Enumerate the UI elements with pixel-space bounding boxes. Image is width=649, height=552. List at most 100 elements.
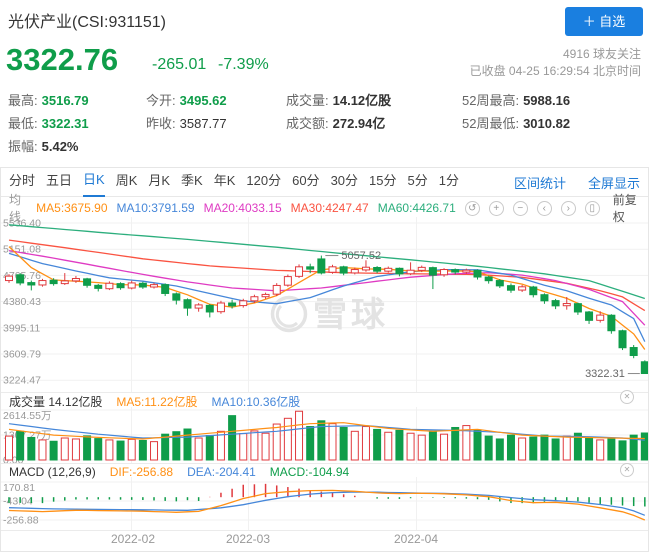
chart-panel: 分时五日日K周K月K季K年K120分60分30分15分5分1分区间统计全屏显示 … (0, 167, 649, 552)
macd-axis-labels: 170.81 -43.04 -256.88 (3, 482, 39, 527)
stat-high: 最高: 3516.79 (8, 90, 146, 113)
market-status: 已收盘 04-25 16:29:54 北京时间 (470, 63, 641, 80)
svg-text:-43.04: -43.04 (3, 496, 33, 508)
tab-m1[interactable]: 1分 (439, 168, 459, 196)
volume-chart[interactable]: 2614.55万1307.27万0.00 (1, 407, 648, 463)
quote-stats: 最高: 3516.79 今开: 3495.62 成交量:14.12亿股52周最高: 598… (8, 90, 645, 159)
x-axis-label: 2022-04 (394, 532, 438, 546)
stat-value: 3010.82 (523, 116, 570, 131)
chart-toolbar: ↺ +−‹ › ▯ (465, 201, 600, 216)
stat-value: 3495.62 (180, 93, 227, 108)
volume-ma5-line (9, 423, 645, 439)
stat-value: 5.42% (42, 139, 79, 154)
macd-close-button[interactable]: ✕ (620, 463, 634, 477)
close-icon: ✕ (624, 465, 631, 474)
screenshot-icon[interactable]: ▯ (585, 201, 600, 216)
svg-text:3322.31: 3322.31 (585, 368, 625, 380)
volume-pane-header: 成交量 14.12亿股MA5:11.22亿股MA10:10.36亿股 (9, 394, 300, 408)
stat-prev-close: 昨收: 3587.77 (146, 113, 286, 136)
stat-volume: 成交量:14.12亿股 (286, 90, 462, 113)
zoom-in-icon[interactable]: + (489, 201, 504, 216)
svg-text:3609.79: 3609.79 (3, 349, 41, 361)
tab-niank[interactable]: 年K (214, 168, 236, 196)
pan-right-icon[interactable]: › (561, 201, 576, 216)
stat-label: 最低: (8, 116, 38, 131)
undo-icon[interactable]: ↺ (465, 201, 480, 216)
stat-low52w: 52周最低: 3010.82 (462, 113, 645, 136)
svg-text:5536.40: 5536.40 (3, 218, 41, 230)
stat-label: 今开: (146, 93, 176, 108)
stat-value: 3587.77 (180, 116, 227, 131)
svg-text:5151.08: 5151.08 (3, 244, 41, 256)
price-change-percent: -7.39% (218, 56, 269, 74)
zoom-out-icon[interactable]: − (513, 201, 528, 216)
quote-meta: 4916 球友关注 已收盘 04-25 16:29:54 北京时间 (470, 46, 641, 80)
main-price-chart[interactable]: 雪球5536.405151.084765.764380.433995.11360… (1, 217, 648, 392)
followers-count: 4916 球友关注 (470, 46, 641, 63)
price-axis-labels: 5536.405151.084765.764380.433995.113609.… (3, 218, 41, 387)
close-icon: ✕ (624, 392, 631, 401)
stat-open: 今开: 3495.62 (146, 90, 286, 113)
stat-high52w: 52周最高: 5988.16 (462, 90, 645, 113)
price-annotation: 3322.31 (585, 368, 640, 380)
pane-divider (1, 463, 648, 464)
ma-values: MA5:3675.90 MA10:3791.59 MA20:4033.15 MA30:… (36, 201, 456, 215)
tab-m60[interactable]: 60分 (292, 168, 319, 196)
stat-label: 振幅: (8, 139, 38, 154)
stat-label: 昨收: (146, 116, 176, 131)
tab-yuek[interactable]: 月K (148, 168, 170, 196)
range-stats-link[interactable]: 区间统计 (514, 173, 566, 192)
stat-label: 最高: (8, 93, 38, 108)
ma20-legend-value: MA20:4033.15 (204, 201, 282, 215)
ma10-legend-value: MA10:3791.59 (117, 201, 195, 215)
tab-zhouk[interactable]: 周K (116, 168, 138, 196)
ma30-legend-value: MA30:4247.47 (291, 201, 369, 215)
page-title: 光伏产业(CSI:931151) (8, 8, 166, 32)
dif-line (9, 490, 645, 520)
stat-label: 成交额: (286, 116, 329, 131)
volume-close-button[interactable]: ✕ (620, 390, 634, 404)
stat-value: 272.94亿 (333, 116, 386, 131)
stat-low: 最低: 3322.31 (8, 113, 146, 136)
fullscreen-link[interactable]: 全屏显示 (588, 173, 640, 192)
svg-text:5057.52: 5057.52 (341, 250, 381, 262)
pane-divider (1, 530, 648, 531)
price-annotation: 5057.52 (325, 250, 381, 262)
tab-wuri[interactable]: 五日 (46, 168, 72, 196)
x-axis-label: 2022-02 (111, 532, 155, 546)
ma-legend-row: 均线 MA5:3675.90MA10:3791.59MA20:4033.15MA… (1, 199, 648, 217)
svg-text:雪球: 雪球 (313, 296, 389, 334)
tab-jik[interactable]: 季K (181, 168, 203, 196)
stat-value: 3322.31 (42, 116, 89, 131)
x-axis: 2022-02 2022-03 2022-04 (1, 532, 648, 548)
pan-left-icon[interactable]: ‹ (537, 201, 552, 216)
x-axis-label: 2022-03 (226, 532, 270, 546)
svg-text:-256.88: -256.88 (3, 515, 39, 527)
period-tabs: 分时五日日K周K月K季K年K120分60分30分15分5分1分区间统计全屏显示 (1, 168, 648, 197)
svg-text:3224.47: 3224.47 (3, 375, 41, 387)
price-change: -265.01 (152, 56, 206, 74)
tab-m5[interactable]: 5分 (408, 168, 428, 196)
stat-label: 52周最低: (462, 116, 519, 131)
follow-button[interactable]: ＋ 自选 (565, 7, 643, 36)
dea-line (9, 492, 645, 515)
stat-label: 52周最高: (462, 93, 519, 108)
macd-histogram (9, 484, 645, 507)
stat-turnover: 成交额: 272.94亿 (286, 113, 462, 136)
svg-text:2614.55万: 2614.55万 (3, 410, 51, 422)
stat-label: 成交量: (286, 93, 329, 108)
tab-rik[interactable]: 日K (83, 167, 105, 197)
ma5-legend-value: MA5:3675.90 (36, 201, 107, 215)
svg-text:4380.43: 4380.43 (3, 296, 41, 308)
stat-value: 5988.16 (523, 93, 570, 108)
macd-chart[interactable]: 170.81 -43.04 -256.88 (1, 477, 648, 530)
svg-text:3995.11: 3995.11 (3, 322, 40, 334)
last-price: 3322.76 (6, 42, 118, 78)
stat-value: 3516.79 (42, 93, 89, 108)
stat-amplitude: 振幅: 5.42% (8, 136, 146, 159)
ma60-legend-value: MA60:4426.71 (378, 201, 456, 215)
tab-m15[interactable]: 15分 (369, 168, 396, 196)
tab-m30[interactable]: 30分 (331, 168, 358, 196)
svg-text:170.81: 170.81 (3, 482, 35, 494)
tab-m120[interactable]: 120分 (246, 168, 281, 196)
